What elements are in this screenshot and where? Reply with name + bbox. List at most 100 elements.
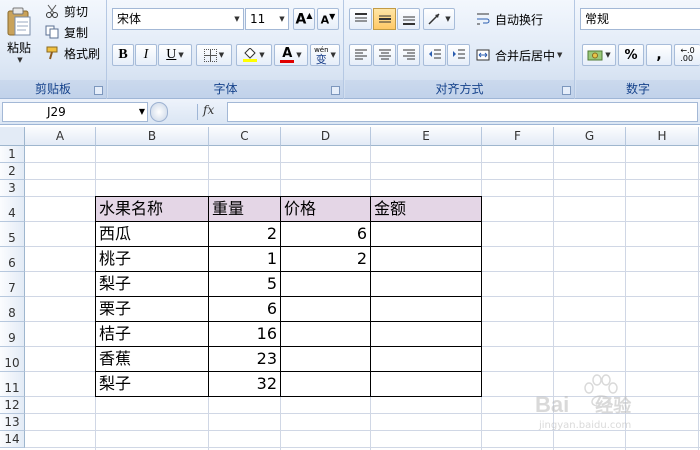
underline-button[interactable]: U ▼ [158,44,192,66]
row-header-6[interactable]: 6 [0,247,25,272]
table-cell[interactable]: 2 [209,222,281,247]
table-cell[interactable]: 西瓜 [96,222,209,247]
table-cell[interactable] [371,372,482,397]
row-header-9[interactable]: 9 [0,322,25,347]
row-header-11[interactable]: 11 [0,372,25,397]
table-cell[interactable] [371,222,482,247]
row-header-12[interactable]: 12 [0,397,25,414]
table-cell[interactable]: 5 [209,272,281,297]
font-name-combo[interactable]: 宋体 ▼ [112,8,244,30]
table-cell[interactable]: 栗子 [96,297,209,322]
row-header-10[interactable]: 10 [0,347,25,372]
formula-bar: J29 ▼ fx [0,99,700,125]
fill-color-button[interactable]: ▼ [236,44,272,66]
column-header-a[interactable]: A [25,127,96,146]
column-header-d[interactable]: D [281,127,371,146]
row-header-5[interactable]: 5 [0,222,25,247]
alignment-dialog-launcher[interactable] [562,86,571,95]
row-header-3[interactable]: 3 [0,180,25,197]
copy-button[interactable]: 复制 [44,23,88,41]
table-cell[interactable]: 梨子 [96,272,209,297]
table-cell[interactable] [371,272,482,297]
table-cell[interactable]: 梨子 [96,372,209,397]
column-header-h[interactable]: H [626,127,699,146]
decrease-indent-button[interactable] [423,44,446,66]
row-header-14[interactable]: 14 [0,431,25,448]
row-header-2[interactable]: 2 [0,163,25,180]
table-cell[interactable] [281,297,371,322]
paste-button[interactable]: 粘贴 ▼ [2,2,36,68]
number-format-combo[interactable]: 常规 [580,8,700,30]
chevron-down-icon[interactable]: ▼ [276,9,288,29]
table-cell[interactable]: 32 [209,372,281,397]
table-cell[interactable]: 2 [281,247,371,272]
select-all-corner[interactable] [0,127,25,146]
chevron-down-icon[interactable]: ▼ [231,9,243,29]
cut-button[interactable]: 剪切 [44,2,88,20]
align-right-button[interactable] [397,44,420,66]
column-header-f[interactable]: F [482,127,554,146]
column-header-g[interactable]: G [554,127,626,146]
align-left-button[interactable] [349,44,372,66]
column-header-e[interactable]: E [371,127,482,146]
align-top-button[interactable] [349,8,372,30]
font-name-value: 宋体 [117,12,142,26]
table-cell[interactable] [371,347,482,372]
bold-button[interactable]: B [112,44,134,66]
table-header-cell[interactable]: 重量 [209,197,281,222]
table-header-cell[interactable]: 水果名称 [96,197,209,222]
name-box[interactable]: J29 ▼ [2,102,148,122]
merge-center-button[interactable]: 合并后居中 ▼ [475,46,562,64]
table-cell[interactable]: 1 [209,247,281,272]
insert-function-button[interactable]: fx [203,103,214,117]
italic-button[interactable]: I [135,44,157,66]
comma-style-button[interactable]: , [646,44,672,66]
table-cell[interactable]: 桃子 [96,247,209,272]
increase-decimal-button[interactable]: ←.0.00 [674,44,700,66]
font-size-combo[interactable]: 11 ▼ [245,8,289,30]
format-painter-button[interactable]: 格式刷 [44,44,100,62]
row-header-7[interactable]: 7 [0,272,25,297]
table-header-cell[interactable]: 金额 [371,197,482,222]
table-cell[interactable]: 23 [209,347,281,372]
number-group: 常规 ▼ % , ←.0.00 数字 [576,0,700,99]
align-right-icon [402,49,415,60]
table-cell[interactable] [281,322,371,347]
orientation-button[interactable]: ▼ [423,8,455,30]
clipboard-dialog-launcher[interactable] [94,86,103,95]
table-cell[interactable] [371,322,482,347]
formula-bar-expand-handle[interactable] [150,102,168,122]
table-cell[interactable]: 16 [209,322,281,347]
phonetic-button[interactable]: wén 变 ▼ [310,44,340,66]
table-cell[interactable] [281,347,371,372]
increase-indent-button[interactable] [447,44,470,66]
table-cell[interactable]: 香蕉 [96,347,209,372]
table-cell[interactable] [371,247,482,272]
table-cell[interactable]: 6 [281,222,371,247]
align-middle-button[interactable] [373,8,396,30]
font-color-button[interactable]: A ▼ [274,44,308,66]
table-cell[interactable]: 6 [209,297,281,322]
table-cell[interactable] [281,272,371,297]
wrap-text-button[interactable]: 自动换行 [475,10,543,28]
grow-font-button[interactable]: A▲ [293,8,315,30]
row-header-8[interactable]: 8 [0,297,25,322]
row-header-1[interactable]: 1 [0,146,25,163]
column-header-b[interactable]: B [96,127,209,146]
percent-style-button[interactable]: % [618,44,644,66]
borders-button[interactable]: ▼ [196,44,232,66]
accounting-format-button[interactable]: ▼ [582,44,616,66]
font-dialog-launcher[interactable] [331,86,340,95]
table-header-cell[interactable]: 价格 [281,197,371,222]
table-cell[interactable]: 桔子 [96,322,209,347]
shrink-font-button[interactable]: A▼ [317,8,339,30]
align-center-button[interactable] [373,44,396,66]
align-bottom-button[interactable] [397,8,420,30]
chevron-down-icon[interactable]: ▼ [139,103,145,121]
row-header-4[interactable]: 4 [0,197,25,222]
table-cell[interactable] [281,372,371,397]
table-cell[interactable] [371,297,482,322]
row-header-13[interactable]: 13 [0,414,25,431]
formula-input[interactable] [227,102,698,122]
column-header-c[interactable]: C [209,127,281,146]
